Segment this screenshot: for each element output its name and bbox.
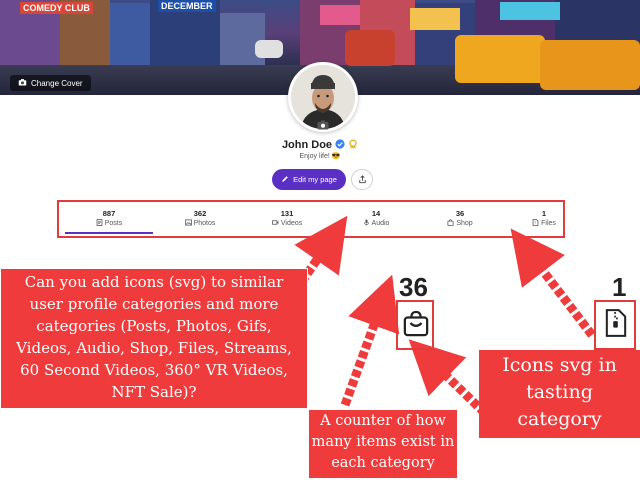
annotation-request: Can you add icons (svg) to similar user …	[0, 268, 308, 409]
sample-shop-icon-frame	[396, 300, 434, 350]
sample-files-count: 1	[612, 272, 627, 302]
file-zip-icon	[605, 308, 627, 343]
sample-files-icon-frame	[594, 300, 636, 350]
bag-icon	[403, 310, 429, 343]
arrow-to-files-tab	[510, 228, 596, 338]
annotation-icons: Icons svg in tasting category	[479, 350, 640, 438]
sample-shop-count: 36	[399, 272, 428, 302]
arrow-to-big-shop	[340, 274, 400, 407]
annotation-counter: A counter of how many items exist in eac…	[309, 410, 457, 478]
